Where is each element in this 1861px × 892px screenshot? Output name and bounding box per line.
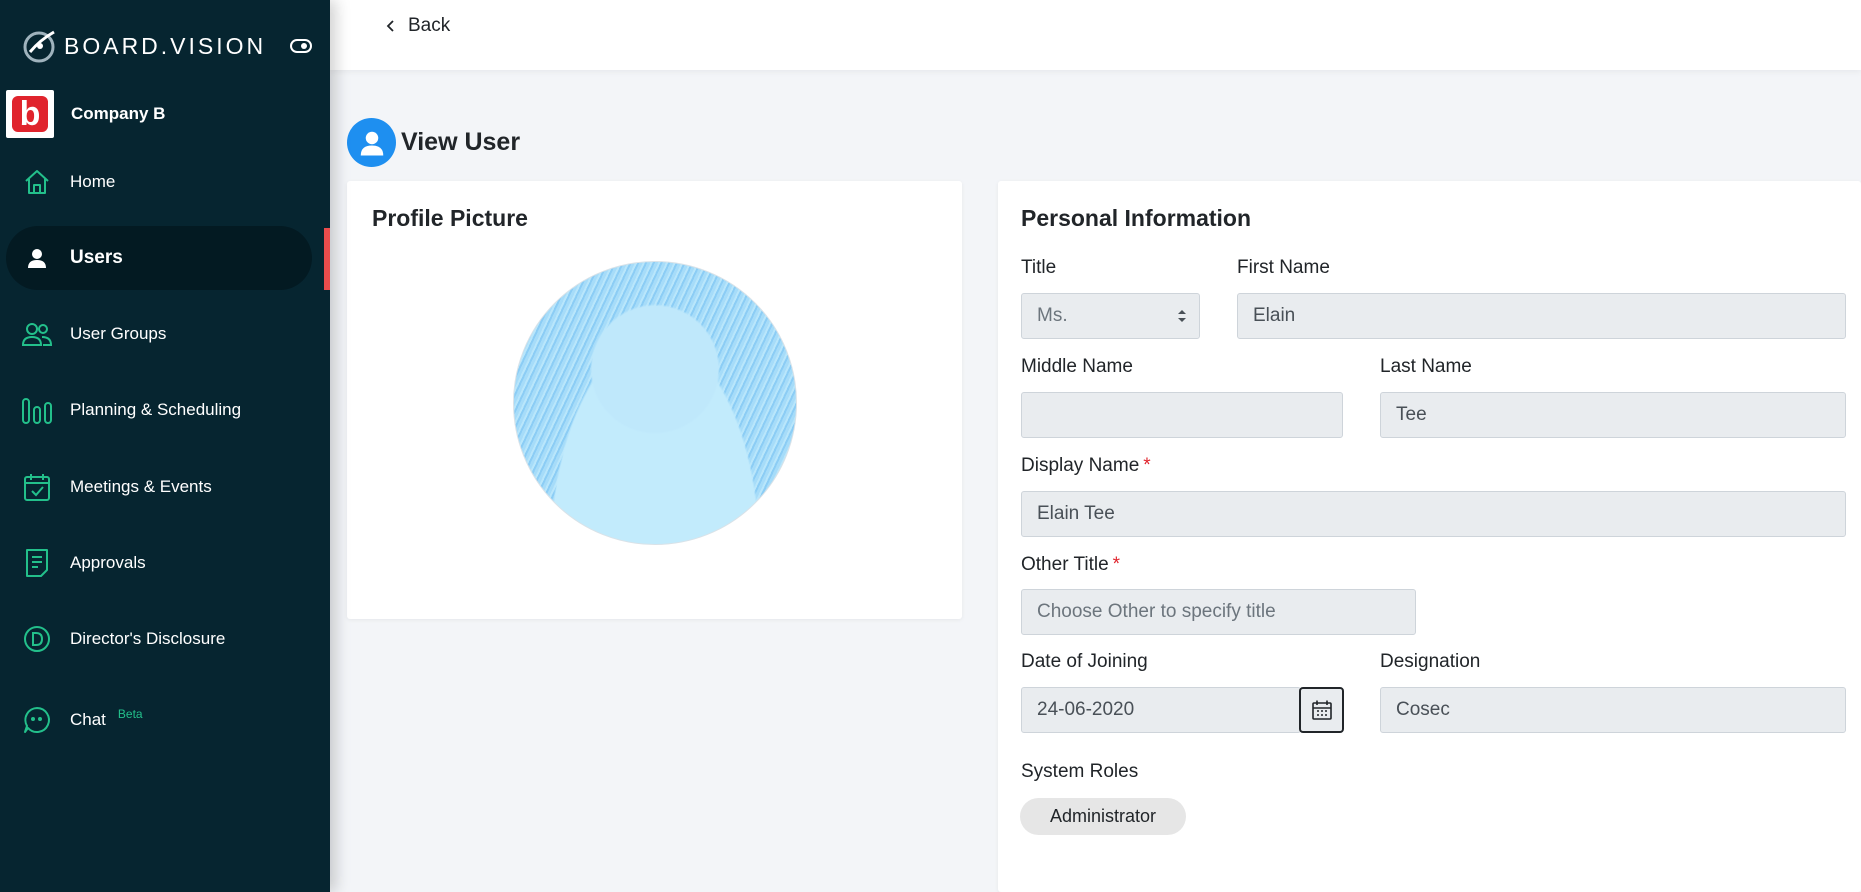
- home-icon: [20, 165, 54, 199]
- sidebar-item-directors-disclosure[interactable]: Director's Disclosure: [6, 607, 312, 671]
- brand-name: BOARD.VISION: [64, 32, 267, 59]
- sidebar-item-users[interactable]: Users: [6, 226, 312, 290]
- first-name-label: First Name: [1237, 257, 1330, 278]
- other-title-label: Other Title *: [1021, 554, 1121, 575]
- calendar-button[interactable]: [1299, 687, 1344, 733]
- chevron-left-icon: [386, 20, 394, 32]
- user-avatar-icon: [347, 118, 396, 167]
- sidebar-item-user-groups[interactable]: User Groups: [6, 302, 312, 366]
- document-icon: [20, 546, 54, 580]
- brand-logo-icon: [23, 30, 55, 63]
- chat-icon: [20, 703, 54, 737]
- company-logo: b: [6, 90, 54, 138]
- last-name-field[interactable]: Tee: [1380, 392, 1846, 438]
- designation-field[interactable]: Cosec: [1380, 687, 1846, 733]
- required-mark: *: [1143, 455, 1151, 476]
- required-mark: *: [1112, 554, 1121, 575]
- toggle-icon[interactable]: [289, 37, 313, 55]
- profile-picture-card: Profile Picture: [347, 181, 962, 619]
- title-select-value: Ms.: [1037, 305, 1068, 326]
- other-title-field[interactable]: Choose Other to specify title: [1021, 589, 1416, 635]
- sidebar-item-chat[interactable]: Chat Beta: [6, 688, 312, 752]
- middle-name-field[interactable]: [1021, 392, 1343, 438]
- display-name-field[interactable]: Elain Tee: [1021, 491, 1846, 537]
- personal-information-card: Personal Information Title Ms. First Nam…: [998, 181, 1861, 892]
- user-icon: [20, 241, 54, 275]
- page-title: View User: [401, 128, 521, 156]
- first-name-field[interactable]: Elain: [1237, 293, 1846, 339]
- profile-picture: [513, 261, 797, 545]
- sidebar-item-meetings-events[interactable]: Meetings & Events: [6, 455, 312, 519]
- brand[interactable]: BOARD.VISION: [20, 26, 266, 66]
- system-roles-label: System Roles: [1021, 761, 1139, 782]
- select-arrows-icon: [1178, 310, 1186, 322]
- middle-name-label: Middle Name: [1021, 356, 1133, 377]
- role-chip-administrator: Administrator: [1020, 798, 1187, 835]
- title-select[interactable]: Ms.: [1021, 293, 1200, 339]
- sidebar-item-planning-scheduling[interactable]: Planning & Scheduling: [6, 378, 312, 442]
- calendar-icon: [1311, 700, 1332, 720]
- sidebar-item-approvals[interactable]: Approvals: [6, 531, 312, 595]
- designation-label: Designation: [1380, 651, 1481, 672]
- top-bar: Back: [330, 0, 1861, 70]
- back-button[interactable]: Back: [384, 15, 450, 37]
- title-label: Title: [1021, 257, 1057, 278]
- company-switcher[interactable]: b Company B: [6, 90, 165, 138]
- active-indicator: [324, 228, 330, 290]
- sidebar-item-home[interactable]: Home: [6, 150, 312, 214]
- beta-badge: Beta: [117, 707, 143, 721]
- display-name-label: Display Name *: [1021, 455, 1151, 476]
- calendar-check-icon: [20, 470, 54, 504]
- sidebar: BOARD.VISION b Company B Home Users User…: [0, 0, 330, 892]
- date-of-joining-label: Date of Joining: [1021, 651, 1148, 672]
- circle-d-icon: [20, 622, 54, 656]
- bar-chart-icon: [20, 393, 54, 427]
- user-groups-icon: [20, 317, 54, 351]
- company-name: Company B: [71, 104, 166, 123]
- personal-information-title: Personal Information: [1021, 205, 1252, 231]
- page-header: View User: [347, 118, 520, 167]
- last-name-label: Last Name: [1380, 356, 1472, 377]
- date-of-joining-field[interactable]: 24-06-2020: [1021, 687, 1301, 733]
- profile-picture-title: Profile Picture: [372, 205, 528, 231]
- back-label: Back: [408, 15, 451, 36]
